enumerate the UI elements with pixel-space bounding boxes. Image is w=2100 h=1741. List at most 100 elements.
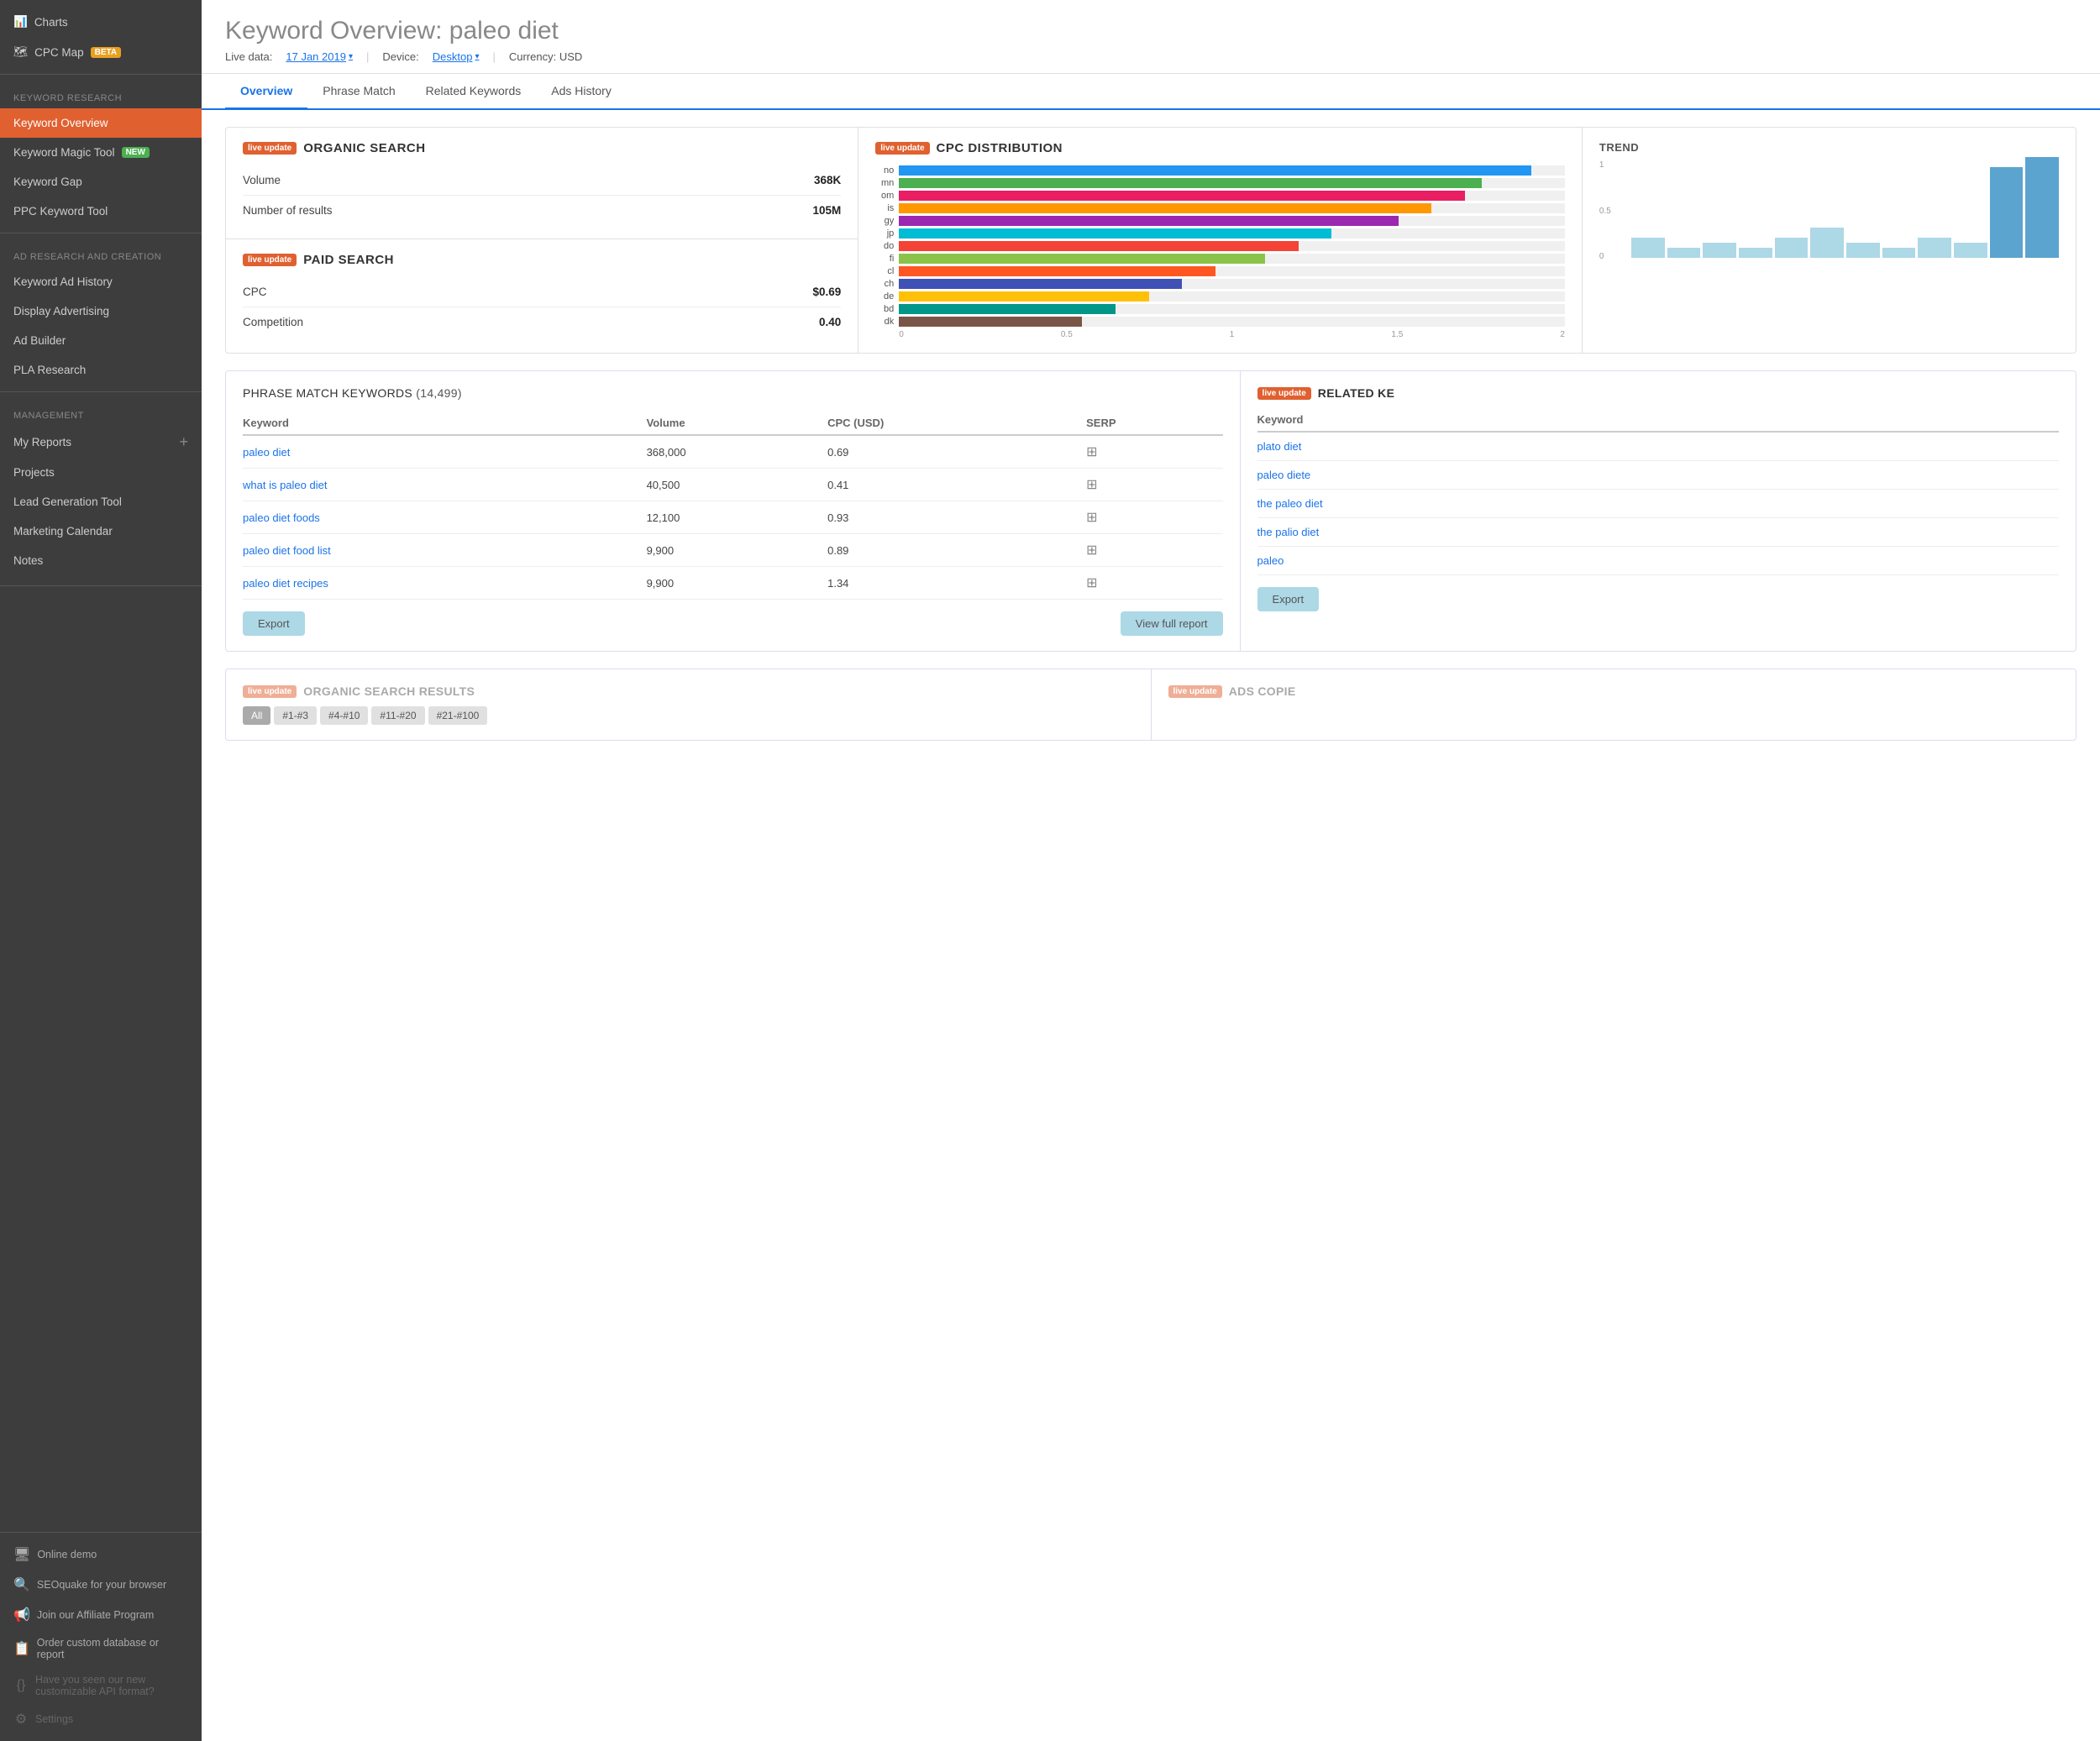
cpc-bar [899,266,1215,276]
trend-bar [1631,238,1665,258]
sidebar-item-projects[interactable]: Projects [0,458,202,487]
cpc-bar-wrap [899,203,1565,213]
online-demo-icon: 🖥 [13,1546,30,1563]
trend-bar [1882,248,1916,258]
serp-icon[interactable]: ⊞ [1086,445,1097,459]
device-picker[interactable]: Desktop ▾ [433,50,480,63]
volume-row: Volume 368K [243,165,841,196]
api-icon: {} [13,1678,29,1693]
keyword-link[interactable]: paleo diet [243,446,290,459]
view-full-report-button[interactable]: View full report [1121,611,1223,636]
num-results-value: 105M [812,204,841,217]
tab-overview[interactable]: Overview [225,74,307,110]
col-serp: SERP [1086,412,1222,435]
cpc-country-label: is [875,203,894,213]
tab-ads-history[interactable]: Ads History [536,74,627,110]
volume-cell: 12,100 [647,501,828,534]
trend-panel: TREND 1 0.5 0 [1583,128,2076,353]
keyword-cell: what is paleo diet [243,469,647,501]
cpc-bar-row: is [875,203,1565,213]
cpc-label: CPC [243,286,267,298]
serp-icon[interactable]: ⊞ [1086,576,1097,590]
keyword-link[interactable]: paleo diet recipes [243,577,328,590]
date-picker[interactable]: 17 Jan 2019 ▾ [286,50,353,63]
export-related-button[interactable]: Export [1257,587,1320,611]
footer-item-label: Join our Affiliate Program [37,1609,154,1621]
cpc-country-label: bd [875,304,894,314]
cpc-cell: 0.41 [827,469,1086,501]
trend-bar [1990,167,2024,258]
paid-search-header: live update PAID SEARCH [243,253,841,267]
related-keyword-link[interactable]: paleo [1257,554,1284,567]
live-data-label: Live data: [225,50,272,63]
sidebar-item-label: Notes [13,554,43,567]
related-keyword-link[interactable]: plato diet [1257,440,1302,453]
trend-bar [1954,243,1987,258]
phrase-match-actions: Export View full report [243,611,1223,636]
sidebar-item-keyword-ad-history[interactable]: Keyword Ad History [0,267,202,296]
main-content: Keyword Overview: paleo diet Live data: … [202,0,2100,1741]
trend-bar [1667,248,1701,258]
add-report-icon[interactable]: + [179,434,188,449]
sidebar-item-keyword-magic-tool[interactable]: Keyword Magic Tool NEW [0,138,202,167]
sidebar-item-label: Projects [13,466,55,479]
sidebar-item-display-advertising[interactable]: Display Advertising [0,296,202,326]
sidebar-item-marketing-calendar[interactable]: Marketing Calendar [0,517,202,546]
sidebar-item-keyword-gap[interactable]: Keyword Gap [0,167,202,197]
trend-bar [1703,243,1736,258]
filter-tab[interactable]: #4-#10 [320,706,368,725]
keyword-link[interactable]: what is paleo diet [243,479,327,491]
related-keyword-link[interactable]: paleo diete [1257,469,1311,481]
sidebar-item-keyword-overview[interactable]: Keyword Overview [0,108,202,138]
export-phrase-match-button[interactable]: Export [243,611,305,636]
footer-online-demo[interactable]: 🖥 Online demo [0,1539,202,1570]
volume-cell: 9,900 [647,534,828,567]
sidebar-item-lead-generation[interactable]: Lead Generation Tool [0,487,202,517]
filter-tab[interactable]: All [243,706,270,725]
related-keyword-link[interactable]: the paleo diet [1257,497,1323,510]
related-keyword-link[interactable]: the palio diet [1257,526,1320,538]
live-update-badge-cpc: live update [875,142,929,155]
filter-tab[interactable]: #21-#100 [428,706,488,725]
sidebar-item-ad-builder[interactable]: Ad Builder [0,326,202,355]
sidebar-item-cpc-map[interactable]: 🗺 CPC Map BETA [0,37,202,67]
live-update-badge-organic: live update [243,142,297,155]
live-update-badge-paid: live update [243,254,297,266]
cpc-bar-row: gy [875,216,1565,226]
keyword-link[interactable]: paleo diet food list [243,544,331,557]
sidebar-item-my-reports[interactable]: My Reports + [0,426,202,458]
sidebar-item-label: Keyword Magic Tool [13,146,115,159]
sidebar-item-pla-research[interactable]: PLA Research [0,355,202,385]
cpc-bar [899,291,1148,302]
tab-phrase-match[interactable]: Phrase Match [307,74,410,110]
serp-icon[interactable]: ⊞ [1086,511,1097,525]
filter-tab[interactable]: #1-#3 [274,706,317,725]
sidebar-item-label: Lead Generation Tool [13,496,122,508]
footer-settings[interactable]: ⚙ Settings [0,1704,202,1734]
sidebar-item-ppc-keyword-tool[interactable]: PPC Keyword Tool [0,197,202,226]
beta-badge: BETA [91,47,121,58]
filter-tab[interactable]: #11-#20 [371,706,424,725]
footer-affiliate[interactable]: 📢 Join our Affiliate Program [0,1600,202,1630]
footer-seoquake[interactable]: 🔍 SEOquake for your browser [0,1570,202,1600]
col-keyword: Keyword [243,412,647,435]
footer-item-label: Settings [35,1713,73,1725]
keyword-cell: paleo diet food list [243,534,647,567]
cpc-map-icon: 🗺 [13,45,28,59]
cpc-bar-row: om [875,191,1565,201]
tab-related-keywords[interactable]: Related Keywords [411,74,537,110]
cpc-bar-row: ch [875,279,1565,289]
sidebar-item-charts[interactable]: 📊 Charts [0,7,202,37]
footer-custom-db[interactable]: 📋 Order custom database or report [0,1630,202,1667]
trend-bar [1775,238,1809,258]
sidebar-item-notes[interactable]: Notes [0,546,202,575]
keyword-link[interactable]: paleo diet foods [243,511,320,524]
footer-api[interactable]: {} Have you seen our new customizable AP… [0,1667,202,1704]
serp-icon[interactable]: ⊞ [1086,478,1097,492]
cpc-bar [899,191,1465,201]
cpc-bar-wrap [899,266,1565,276]
table-row: plato diet [1257,432,2059,461]
cpc-distribution-header: live update CPC DISTRIBUTION [875,141,1565,155]
cpc-bar [899,228,1331,239]
serp-icon[interactable]: ⊞ [1086,543,1097,558]
